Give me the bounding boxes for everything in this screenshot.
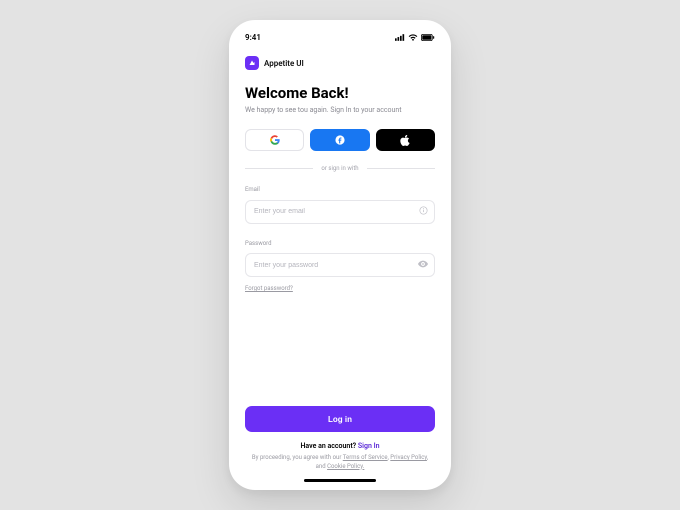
legal-text: By proceeding, you agree with our Terms …: [245, 454, 435, 471]
divider: or sign in with: [245, 165, 435, 172]
eye-icon[interactable]: [418, 259, 428, 269]
status-right: [395, 34, 435, 41]
wifi-icon: [408, 34, 418, 41]
status-time: 9:41: [245, 33, 261, 42]
email-input[interactable]: [245, 200, 435, 224]
brand-name: Appetite UI: [264, 59, 304, 68]
signal-icon: [395, 34, 405, 41]
terms-link[interactable]: Terms of Service: [343, 454, 388, 461]
facebook-icon: [335, 135, 345, 145]
divider-line-right: [367, 168, 435, 169]
have-account-row: Have an account? Sign In: [245, 442, 435, 450]
apple-icon: [400, 135, 410, 146]
phone-frame: 9:41 Appetite UI Welcome Back! We happy …: [229, 20, 451, 490]
divider-text: or sign in with: [321, 165, 358, 172]
brand-logo-icon: [245, 56, 259, 70]
email-input-wrap: [245, 198, 435, 224]
password-input-wrap: [245, 252, 435, 278]
google-signin-button[interactable]: [245, 129, 304, 151]
email-label: Email: [245, 186, 435, 193]
password-input[interactable]: [245, 253, 435, 277]
apple-signin-button[interactable]: [376, 129, 435, 151]
login-button[interactable]: Log in: [245, 406, 435, 432]
password-label: Password: [245, 240, 435, 247]
status-bar: 9:41: [245, 30, 435, 44]
forgot-password-link[interactable]: Forgot password?: [245, 285, 435, 292]
sign-in-link[interactable]: Sign In: [358, 442, 380, 450]
info-icon: [418, 206, 428, 216]
page-title: Welcome Back!: [245, 84, 435, 102]
social-auth-row: [245, 129, 435, 151]
divider-line-left: [245, 168, 313, 169]
have-account-text: Have an account?: [300, 442, 357, 450]
brand-row: Appetite UI: [245, 56, 435, 70]
spacer: [245, 292, 435, 400]
cookie-link[interactable]: Cookie Policy.: [327, 463, 364, 470]
legal-prefix: By proceeding, you agree with our: [252, 454, 343, 461]
facebook-signin-button[interactable]: [310, 129, 369, 151]
home-indicator: [304, 479, 376, 482]
privacy-link[interactable]: Privacy Policy: [390, 454, 427, 461]
google-icon: [270, 135, 280, 145]
battery-icon: [421, 34, 435, 41]
page-subtitle: We happy to see tou again. Sign In to yo…: [245, 106, 435, 115]
